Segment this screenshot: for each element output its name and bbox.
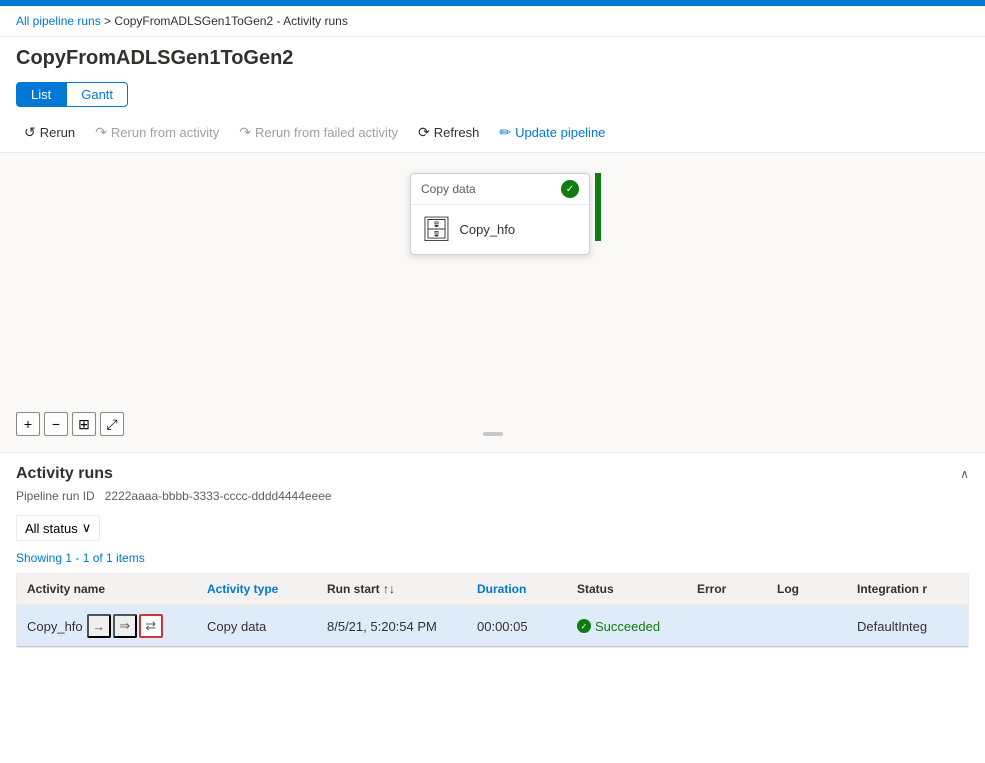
activity-type-value: Copy data — [207, 619, 266, 634]
cell-activity-type: Copy data — [197, 606, 317, 646]
status-filter-button[interactable]: All status ∨ — [16, 515, 100, 541]
col-activity-name: Activity name — [17, 574, 197, 604]
activity-node-type: Copy data — [421, 182, 476, 196]
pipeline-run-id-row: Pipeline run ID 2222aaaa-bbbb-3333-cccc-… — [16, 489, 969, 503]
rerun-from-activity-icon: ↷ — [95, 124, 107, 141]
activity-node-header: Copy data ✓ — [411, 174, 589, 205]
col-activity-type: Activity type — [197, 574, 317, 604]
refresh-label: Refresh — [434, 125, 480, 140]
update-pipeline-button[interactable]: ✏ Update pipeline — [491, 119, 613, 146]
rerun-from-failed-icon: ↷ — [239, 124, 251, 141]
status-filter-row: All status ∨ — [16, 511, 969, 545]
rerun-label: Rerun — [40, 125, 75, 140]
cell-error — [687, 606, 767, 646]
rerun-from-activity-button[interactable]: ↷ Rerun from activity — [87, 119, 227, 146]
status-filter-label: All status — [25, 521, 78, 536]
chevron-down-icon: ∨ — [82, 520, 92, 536]
view-toggle: List Gantt — [0, 76, 985, 113]
breadcrumb-current: CopyFromADLSGen1ToGen2 - Activity runs — [114, 14, 347, 28]
breadcrumb: All pipeline runs > CopyFromADLSGen1ToGe… — [0, 6, 985, 37]
activity-node-name: Copy_hfo — [459, 222, 515, 237]
status-success-icon: ✓ — [577, 619, 591, 633]
zoom-in-button[interactable]: + — [16, 412, 40, 436]
pipeline-run-id-value: 2222aaaa-bbbb-3333-cccc-dddd4444eeee — [105, 489, 332, 503]
rerun-button[interactable]: ↺ Rerun — [16, 119, 83, 146]
cell-duration: 00:00:05 — [467, 606, 567, 646]
details-button[interactable]: ⇄ — [139, 614, 163, 638]
refresh-icon: ⟳ — [418, 124, 430, 141]
rerun-icon: ↺ — [24, 124, 36, 141]
toolbar: ↺ Rerun ↷ Rerun from activity ↷ Rerun fr… — [0, 113, 985, 153]
collapse-button[interactable]: ∧ — [960, 467, 969, 481]
input-output-button[interactable]: → — [87, 614, 111, 638]
col-integration-runtime: Integration r — [847, 574, 968, 604]
canvas-area: Copy data ✓ 🗄 Copy_hfo + − ⊞ ⤢ — [0, 153, 985, 453]
activity-runs-header: Activity runs ∧ — [16, 465, 969, 483]
cell-status: ✓ Succeeded — [567, 606, 687, 646]
activity-node-popup[interactable]: Copy data ✓ 🗄 Copy_hfo — [410, 173, 590, 255]
breadcrumb-separator: > — [101, 14, 115, 28]
cell-log — [767, 606, 847, 646]
table-header-row: Activity name Activity type Run start ↑↓… — [17, 574, 968, 606]
update-pipeline-label: Update pipeline — [515, 125, 605, 140]
zoom-out-button[interactable]: − — [44, 412, 68, 436]
list-view-button[interactable]: List — [16, 82, 66, 107]
breadcrumb-link[interactable]: All pipeline runs — [16, 14, 101, 28]
refresh-button[interactable]: ⟳ Refresh — [410, 119, 487, 146]
cell-run-start: 8/5/21, 5:20:54 PM — [317, 606, 467, 646]
col-log: Log — [767, 574, 847, 604]
duration-value: 00:00:05 — [477, 619, 528, 634]
col-duration: Duration — [467, 574, 567, 604]
item-count: Showing 1 - 1 of 1 items — [16, 551, 969, 565]
page-title: CopyFromADLSGen1ToGen2 — [0, 37, 985, 76]
expand-view-button[interactable]: ⤢ — [100, 412, 124, 436]
activity-connector-bar — [595, 173, 601, 241]
activity-success-indicator: ✓ — [561, 180, 579, 198]
integration-runtime-value: DefaultInteg — [857, 619, 927, 634]
cell-activity-name: Copy_hfo → ⇒ ⇄ Details — [17, 606, 197, 646]
copy-data-icon: 🗄 — [421, 215, 451, 244]
rerun-from-failed-button[interactable]: ↷ Rerun from failed activity — [231, 119, 406, 146]
update-pipeline-icon: ✏ — [499, 124, 511, 141]
fit-view-button[interactable]: ⊞ — [72, 412, 96, 436]
gantt-view-button[interactable]: Gantt — [66, 82, 128, 107]
col-error: Error — [687, 574, 767, 604]
rerun-from-failed-label: Rerun from failed activity — [255, 125, 398, 140]
col-status: Status — [567, 574, 687, 604]
activity-node-body: 🗄 Copy_hfo — [411, 205, 589, 254]
scroll-indicator — [483, 432, 503, 436]
activity-name-value: Copy_hfo — [27, 619, 83, 634]
run-start-value: 8/5/21, 5:20:54 PM — [327, 619, 437, 634]
col-run-start: Run start ↑↓ — [317, 574, 467, 604]
activity-runs-title: Activity runs — [16, 465, 113, 483]
activity-runs-section: Activity runs ∧ Pipeline run ID 2222aaaa… — [0, 453, 985, 648]
cell-integration-runtime: DefaultInteg — [847, 606, 968, 646]
output-button[interactable]: ⇒ — [113, 614, 137, 638]
rerun-from-activity-label: Rerun from activity — [111, 125, 219, 140]
status-value: Succeeded — [595, 619, 660, 634]
activity-runs-table: Activity name Activity type Run start ↑↓… — [16, 573, 969, 648]
zoom-controls: + − ⊞ ⤢ — [16, 412, 124, 436]
pipeline-run-id-label: Pipeline run ID — [16, 489, 95, 503]
table-row: Copy_hfo → ⇒ ⇄ Details Copy data 8/5/21,… — [17, 606, 968, 647]
row-action-icons: → ⇒ ⇄ — [87, 614, 163, 638]
